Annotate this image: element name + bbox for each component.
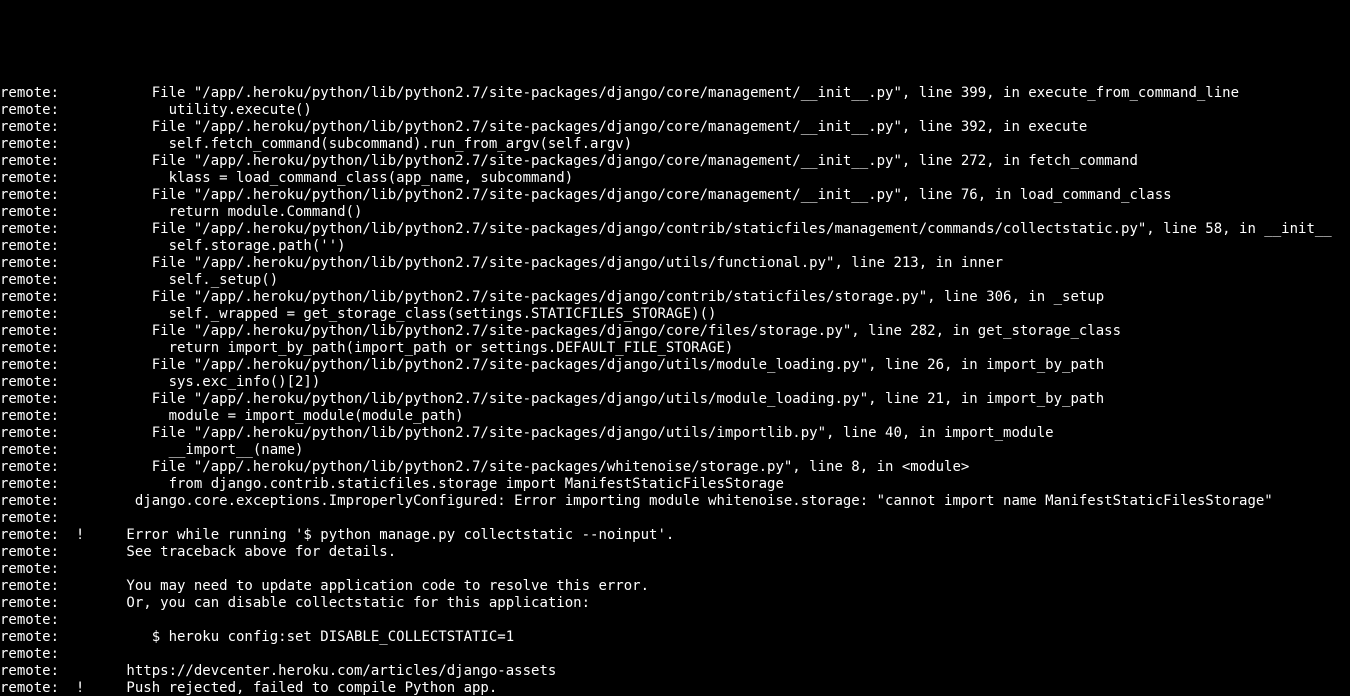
terminal-line: remote: File "/app/.heroku/python/lib/py… — [0, 459, 1350, 476]
terminal-line: remote: File "/app/.heroku/python/lib/py… — [0, 153, 1350, 170]
terminal-line: remote: module = import_module(module_pa… — [0, 408, 1350, 425]
terminal-line: remote: ! Error while running '$ python … — [0, 527, 1350, 544]
terminal-output[interactable]: remote: File "/app/.heroku/python/lib/py… — [0, 85, 1350, 696]
terminal-line: remote: from django.contrib.staticfiles.… — [0, 476, 1350, 493]
terminal-line: remote: You may need to update applicati… — [0, 578, 1350, 595]
terminal-line: remote: — [0, 612, 1350, 629]
terminal-line: remote: self.fetch_command(subcommand).r… — [0, 136, 1350, 153]
terminal-line: remote: File "/app/.heroku/python/lib/py… — [0, 119, 1350, 136]
terminal-line: remote: klass = load_command_class(app_n… — [0, 170, 1350, 187]
terminal-line: remote: return module.Command() — [0, 204, 1350, 221]
terminal-line: remote: django.core.exceptions.Improperl… — [0, 493, 1350, 510]
terminal-line: remote: Or, you can disable collectstati… — [0, 595, 1350, 612]
terminal-line: remote: File "/app/.heroku/python/lib/py… — [0, 357, 1350, 374]
terminal-line: remote: File "/app/.heroku/python/lib/py… — [0, 221, 1350, 238]
terminal-line: remote: self._setup() — [0, 272, 1350, 289]
terminal-line: remote: — [0, 646, 1350, 663]
terminal-line: remote: https://devcenter.heroku.com/art… — [0, 663, 1350, 680]
terminal-line: remote: — [0, 561, 1350, 578]
terminal-line: remote: self.storage.path('') — [0, 238, 1350, 255]
terminal-line: remote: — [0, 510, 1350, 527]
terminal-line: remote: File "/app/.heroku/python/lib/py… — [0, 425, 1350, 442]
terminal-line: remote: return import_by_path(import_pat… — [0, 340, 1350, 357]
terminal-line: remote: See traceback above for details. — [0, 544, 1350, 561]
terminal-line: remote: File "/app/.heroku/python/lib/py… — [0, 289, 1350, 306]
terminal-line: remote: utility.execute() — [0, 102, 1350, 119]
terminal-line: remote: __import__(name) — [0, 442, 1350, 459]
terminal-line: remote: self._wrapped = get_storage_clas… — [0, 306, 1350, 323]
terminal-line: remote: File "/app/.heroku/python/lib/py… — [0, 85, 1350, 102]
terminal-line: remote: File "/app/.heroku/python/lib/py… — [0, 255, 1350, 272]
terminal-line: remote: sys.exc_info()[2]) — [0, 374, 1350, 391]
terminal-line: remote: $ heroku config:set DISABLE_COLL… — [0, 629, 1350, 646]
terminal-line: remote: ! Push rejected, failed to compi… — [0, 680, 1350, 696]
terminal-line: remote: File "/app/.heroku/python/lib/py… — [0, 391, 1350, 408]
terminal-line: remote: File "/app/.heroku/python/lib/py… — [0, 323, 1350, 340]
terminal-line: remote: File "/app/.heroku/python/lib/py… — [0, 187, 1350, 204]
